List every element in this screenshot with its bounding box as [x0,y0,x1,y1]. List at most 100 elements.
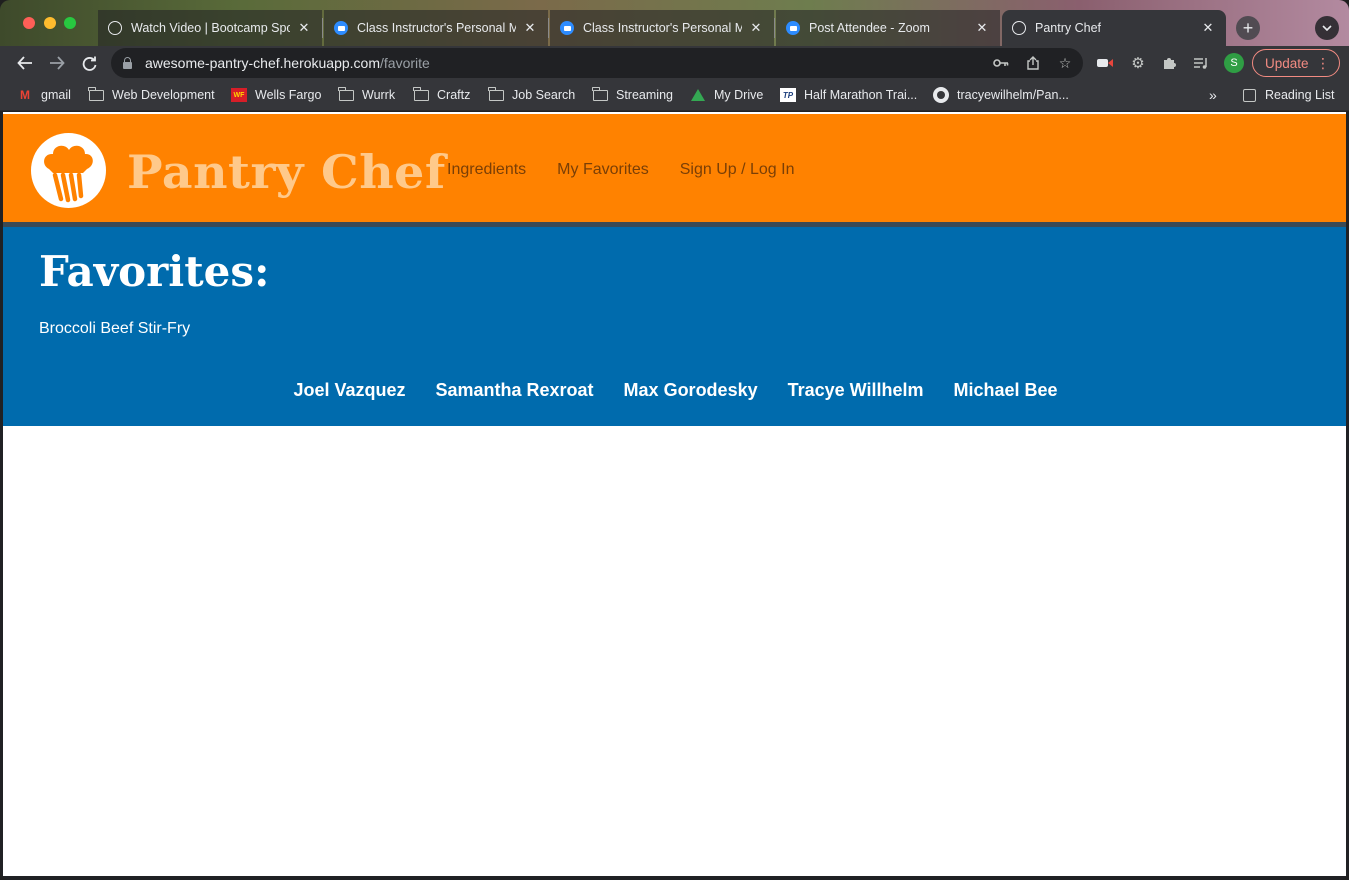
tab-strip: Watch Video | Bootcamp Spot ✕ Class Inst… [0,0,1349,46]
bookmark-github[interactable]: tracyewilhelm/Pan... [933,86,1069,104]
window-zoom-button[interactable] [64,17,76,29]
close-icon[interactable]: ✕ [974,20,990,36]
bookmark-label: tracyewilhelm/Pan... [957,88,1069,102]
bookmark-label: Job Search [512,88,576,102]
bookmark-label: Wells Fargo [255,88,322,102]
folder-icon [592,86,608,102]
credit-name: Samantha Rexroat [435,380,594,400]
folder-icon [413,86,429,102]
browser-toolbar: awesome-pantry-chef.herokuapp.com/favori… [0,46,1349,80]
reading-list-button[interactable]: Reading List [1241,86,1335,104]
star-icon[interactable]: ☆ [1055,53,1075,73]
favorites-heading: Favorites: [39,247,270,296]
globe-icon [108,21,122,35]
bookmark-my-drive[interactable]: My Drive [690,86,763,104]
bookmarks-overflow-button[interactable]: » [1209,86,1217,104]
credit-name: Max Gorodesky [623,380,758,400]
folder-icon [338,86,354,102]
back-button[interactable] [13,51,37,75]
tab-class-instructor-1[interactable]: Class Instructor's Personal M ✕ [324,10,549,46]
update-label: Update [1265,55,1309,71]
arrow-left-icon [17,56,32,70]
favorite-item[interactable]: Broccoli Beef Stir-Fry [39,320,190,338]
globe-icon [1012,21,1026,35]
folder-icon [488,86,504,102]
gmail-icon: M [20,88,30,102]
bookmark-label: gmail [41,88,71,102]
site-header: Pantry Chef Ingredients My Favorites Sig… [3,114,1346,224]
tab-post-attendee[interactable]: Post Attendee - Zoom ✕ [776,10,1000,46]
tab-separator [548,18,549,38]
bookmark-label: Craftz [437,88,471,102]
key-icon[interactable] [991,53,1011,73]
media-controls-icon[interactable] [1190,52,1212,74]
close-icon[interactable]: ✕ [748,20,764,36]
window-close-button[interactable] [23,17,35,29]
nav-ingredients[interactable]: Ingredients [447,161,526,179]
reload-button[interactable] [77,51,101,75]
training-peaks-icon: TP [780,88,796,102]
drive-icon [690,88,706,102]
zoom-icon [560,21,574,35]
nav-sign-up-log-in[interactable]: Sign Up / Log In [680,161,795,179]
tab-title: Post Attendee - Zoom [809,21,930,35]
bookmark-wells-fargo[interactable]: WF Wells Fargo [231,86,321,104]
arrow-right-icon [50,56,65,70]
credit-name: Michael Bee [953,380,1058,400]
chef-hat-logo-icon[interactable] [31,133,106,208]
url-path: /favorite [380,55,430,71]
window-minimize-button[interactable] [44,17,56,29]
bookmark-label: Web Development [112,88,215,102]
close-icon[interactable]: ✕ [296,20,312,36]
bookmark-streaming[interactable]: Streaming [592,86,673,104]
folder-icon [88,86,104,102]
reload-icon [82,56,96,71]
bookmark-label: Streaming [616,88,673,102]
update-button[interactable]: Update ⋮ [1252,49,1340,77]
profile-avatar[interactable]: S [1224,53,1244,73]
more-vert-icon[interactable]: ⋮ [1316,55,1330,72]
reading-list-icon [1241,88,1257,102]
tab-search-button[interactable] [1315,16,1339,40]
tab-title: Class Instructor's Personal M [357,21,516,35]
zoom-icon [786,21,800,35]
tab-class-instructor-2[interactable]: Class Instructor's Personal M ✕ [550,10,775,46]
tab-title: Class Instructor's Personal M [583,21,742,35]
puzzle-extensions-icon[interactable] [1158,52,1180,74]
bookmark-job-search[interactable]: Job Search [488,86,575,104]
close-icon[interactable]: ✕ [522,20,538,36]
bookmark-label: My Drive [714,88,764,102]
site-brand[interactable]: Pantry Chef [127,144,446,200]
tab-title: Watch Video | Bootcamp Spot [131,21,290,35]
tab-watch-video[interactable]: Watch Video | Bootcamp Spot ✕ [98,10,323,46]
new-tab-button[interactable]: + [1236,16,1260,40]
chevron-down-icon [1322,25,1332,31]
address-bar[interactable]: awesome-pantry-chef.herokuapp.com/favori… [111,48,1083,78]
favorites-section: Favorites: Broccoli Beef Stir-Fry Joel V… [3,227,1346,426]
bookmark-half-marathon[interactable]: TP Half Marathon Trai... [780,86,917,104]
wells-fargo-icon: WF [231,88,247,102]
github-icon [933,87,949,103]
close-icon[interactable]: ✕ [1200,20,1216,36]
bookmark-wurrk[interactable]: Wurrk [338,86,395,104]
site-nav: Ingredients My Favorites Sign Up / Log I… [447,161,795,179]
screen-recorder-extension-icon[interactable] [1094,52,1116,74]
team-credits: Joel Vazquez Samantha Rexroat Max Gorode… [3,380,1346,401]
bookmark-gmail[interactable]: Mgmail [17,86,71,104]
gear-extension-icon[interactable]: ⚙ [1127,52,1149,74]
tab-pantry-chef[interactable]: Pantry Chef ✕ [1002,10,1226,46]
zoom-icon [334,21,348,35]
lock-icon [123,56,132,69]
credit-name: Tracye Willhelm [787,380,924,400]
bookmark-craftz[interactable]: Craftz [413,86,470,104]
forward-button[interactable] [45,51,69,75]
page-viewport: Pantry Chef Ingredients My Favorites Sig… [3,112,1346,876]
bookmark-label: Wurrk [362,88,396,102]
url-host: awesome-pantry-chef.herokuapp.com [145,55,381,71]
tab-title: Pantry Chef [1035,21,1102,35]
bookmark-web-development[interactable]: Web Development [88,86,215,104]
nav-my-favorites[interactable]: My Favorites [557,161,649,179]
share-icon[interactable] [1023,53,1043,73]
tab-separator [322,18,323,38]
credit-name: Joel Vazquez [293,380,406,400]
